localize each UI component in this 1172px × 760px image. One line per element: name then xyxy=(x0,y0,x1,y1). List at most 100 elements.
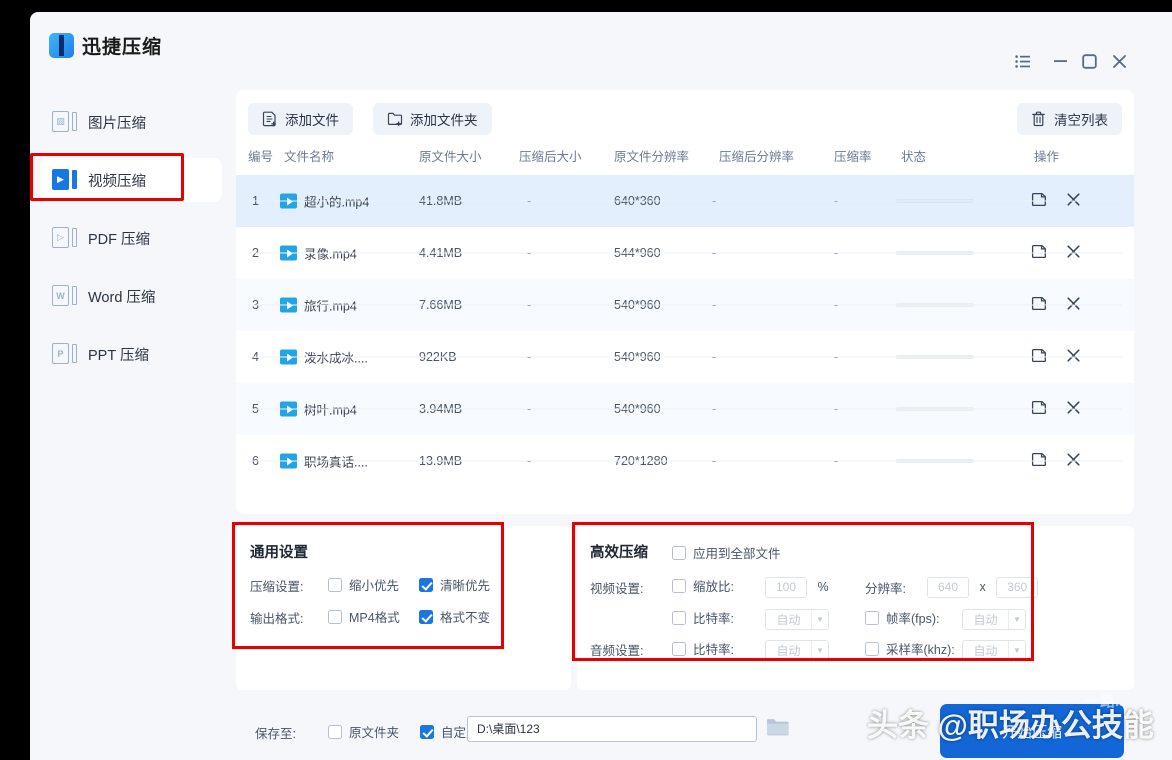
audio-settings-label: 音频设置: xyxy=(590,644,644,658)
col-header-res-after: 压缩后分辨率 xyxy=(719,150,795,164)
browse-folder-icon[interactable] xyxy=(766,717,789,737)
compress-setting-label: 压缩设置: xyxy=(250,580,304,594)
chevron-down-icon[interactable]: ▼ xyxy=(1008,610,1025,629)
fps-label: 帧率(fps): xyxy=(886,612,940,626)
sidebar-item-label: Word 压缩 xyxy=(88,289,156,306)
checkbox-fps[interactable]: 帧率(fps): xyxy=(865,608,939,627)
checkbox-audio-bitrate[interactable]: 比特率: xyxy=(672,639,734,658)
sample-rate-label: 采样率(khz): xyxy=(886,643,955,657)
checkbox-original-folder[interactable]: 原文件夹 xyxy=(328,722,399,741)
add-folder-label: 添加文件夹 xyxy=(410,113,478,128)
checkbox-label: 缩小优先 xyxy=(349,579,400,593)
checkbox-box[interactable] xyxy=(865,641,879,656)
col-header-res: 原文件分辨率 xyxy=(614,150,690,164)
checkbox-sample-rate[interactable]: 采样率(khz): xyxy=(865,639,955,658)
save-to-label: 保存至: xyxy=(255,727,296,741)
table-row[interactable]: 5 树叶.mp4 3.94MB - 540*960 - - xyxy=(236,383,1134,435)
sample-rate-select[interactable]: 自动 ▼ xyxy=(962,640,1026,661)
checkbox-video-bitrate[interactable]: 比特率: xyxy=(672,608,734,627)
minimize-icon[interactable] xyxy=(1049,50,1071,72)
chevron-down-icon[interactable]: ▼ xyxy=(811,641,828,660)
col-header-ratio: 压缩率 xyxy=(834,150,872,164)
sidebar-item-label: 图片压缩 xyxy=(88,115,146,132)
checkbox-box[interactable] xyxy=(672,578,686,593)
checkbox-box[interactable] xyxy=(420,724,434,739)
list-menu-icon[interactable] xyxy=(1012,50,1034,72)
checkbox-box[interactable] xyxy=(328,577,342,592)
sidebar-item-label: PDF 压缩 xyxy=(88,231,151,248)
sidebar: ▨ 图片压缩 ▶ 视频压缩 ▷ PDF 压缩 W Word 压缩 P PPT 压… xyxy=(30,74,230,760)
trash-icon xyxy=(1031,111,1047,127)
checkbox-box[interactable] xyxy=(328,609,342,624)
fps-select[interactable]: 自动 ▼ xyxy=(962,609,1026,630)
col-header-filename: 文件名称 xyxy=(284,150,335,164)
video-bitrate-label: 比特率: xyxy=(693,612,734,626)
audio-bitrate-label: 比特率: xyxy=(693,643,734,657)
sidebar-item-pdf-compress[interactable]: ▷ PDF 压缩 xyxy=(40,216,222,260)
col-header-actions: 操作 xyxy=(1034,150,1060,164)
checkbox-scale-ratio[interactable]: 缩放比: xyxy=(672,576,734,595)
table-row[interactable]: 6 职场真话.... 13.9MB - 720*1280 - - xyxy=(236,435,1134,487)
add-file-button[interactable]: 添加文件 xyxy=(248,103,353,135)
advanced-settings-panel: 高效压缩 应用到全部文件 视频设置: 缩放比: 100 % 分辨率: 640 x… xyxy=(577,526,1134,690)
checkbox-keep-format[interactable]: 格式不变 xyxy=(419,607,490,626)
chevron-down-icon[interactable]: ▼ xyxy=(811,610,828,629)
close-icon[interactable] xyxy=(1108,50,1130,72)
start-compress-button[interactable]: 开始压缩 xyxy=(940,704,1124,758)
table-row[interactable]: 3 旅行.mp4 7.66MB - 540*960 - - xyxy=(236,279,1134,331)
checkbox-box[interactable] xyxy=(672,610,686,625)
table-row[interactable]: 4 泼水成冰.... 922KB - 540*960 - - xyxy=(236,331,1134,383)
clear-list-button[interactable]: 清空列表 xyxy=(1017,103,1122,135)
resolution-height-input[interactable]: 360 xyxy=(996,577,1039,598)
checkbox-apply-all-files[interactable]: 应用到全部文件 xyxy=(672,543,781,562)
sidebar-item-image-compress[interactable]: ▨ 图片压缩 xyxy=(40,100,222,144)
checkbox-clarity-priority[interactable]: 清晰优先 xyxy=(419,575,490,594)
checkbox-box[interactable] xyxy=(672,641,686,656)
table-row[interactable]: 2 录像.mp4 4.41MB - 544*960 - - xyxy=(236,227,1134,279)
title-bar: 迅捷压缩 xyxy=(30,12,1172,74)
chevron-down-icon[interactable]: ▼ xyxy=(1008,641,1025,660)
bottom-bar: 保存至: 原文件夹 自定义 D:\桌面\123 开始压缩 xyxy=(230,702,1172,760)
resolution-width-input[interactable]: 640 xyxy=(927,577,969,598)
add-folder-button[interactable]: 添加文件夹 xyxy=(373,103,492,135)
sample-rate-value: 自动 xyxy=(973,644,998,658)
checkbox-label: 清晰优先 xyxy=(440,579,491,593)
image-compress-icon: ▨ xyxy=(52,110,78,134)
resolution-label: 分辨率: xyxy=(865,582,906,596)
checkbox-box[interactable] xyxy=(419,577,433,592)
sidebar-item-ppt-compress[interactable]: P PPT 压缩 xyxy=(40,332,222,376)
sidebar-item-video-compress[interactable]: ▶ 视频压缩 xyxy=(40,158,222,202)
checkbox-label: MP4格式 xyxy=(349,611,400,625)
main-content: 添加文件 添加文件夹 清空列表 编号 文件名称 原文件大小 压缩后大小 原文件分… xyxy=(230,74,1172,760)
fps-value: 自动 xyxy=(973,613,998,627)
clear-list-label: 清空列表 xyxy=(1054,113,1108,128)
start-compress-label: 开始压缩 xyxy=(1001,723,1062,741)
video-bitrate-select[interactable]: 自动 ▼ xyxy=(765,609,829,630)
original-folder-label: 原文件夹 xyxy=(349,726,400,740)
col-header-status: 状态 xyxy=(901,150,927,164)
general-settings-title: 通用设置 xyxy=(250,545,308,561)
video-compress-icon: ▶ xyxy=(52,168,78,192)
maximize-icon[interactable] xyxy=(1078,50,1100,72)
checkbox-box[interactable] xyxy=(865,610,879,625)
table-row[interactable]: 1 超小的.mp4 41.8MB - 640*360 - - xyxy=(236,175,1134,227)
scale-ratio-input[interactable]: 100 xyxy=(765,577,807,598)
checkbox-box[interactable] xyxy=(672,545,686,560)
decorative-triangle xyxy=(1030,562,1134,640)
checkbox-box[interactable] xyxy=(328,724,342,739)
col-header-no: 编号 xyxy=(248,150,274,164)
file-list-card: 添加文件 添加文件夹 清空列表 编号 文件名称 原文件大小 压缩后大小 原文件分… xyxy=(236,90,1134,514)
checkbox-box[interactable] xyxy=(419,609,433,624)
sidebar-item-label: PPT 压缩 xyxy=(88,347,149,364)
add-folder-icon xyxy=(387,111,403,127)
audio-bitrate-select[interactable]: 自动 ▼ xyxy=(765,640,829,661)
save-path-input[interactable]: D:\桌面\123 xyxy=(467,716,757,742)
advanced-settings-title: 高效压缩 xyxy=(590,545,648,561)
sidebar-item-word-compress[interactable]: W Word 压缩 xyxy=(40,274,222,318)
checkbox-mp4-format[interactable]: MP4格式 xyxy=(328,607,400,626)
checkbox-smaller-priority[interactable]: 缩小优先 xyxy=(328,575,399,594)
add-file-icon xyxy=(262,111,278,127)
zip-app-logo-icon xyxy=(49,33,74,58)
output-format-label: 输出格式: xyxy=(250,612,304,626)
resolution-separator: x xyxy=(979,579,986,594)
